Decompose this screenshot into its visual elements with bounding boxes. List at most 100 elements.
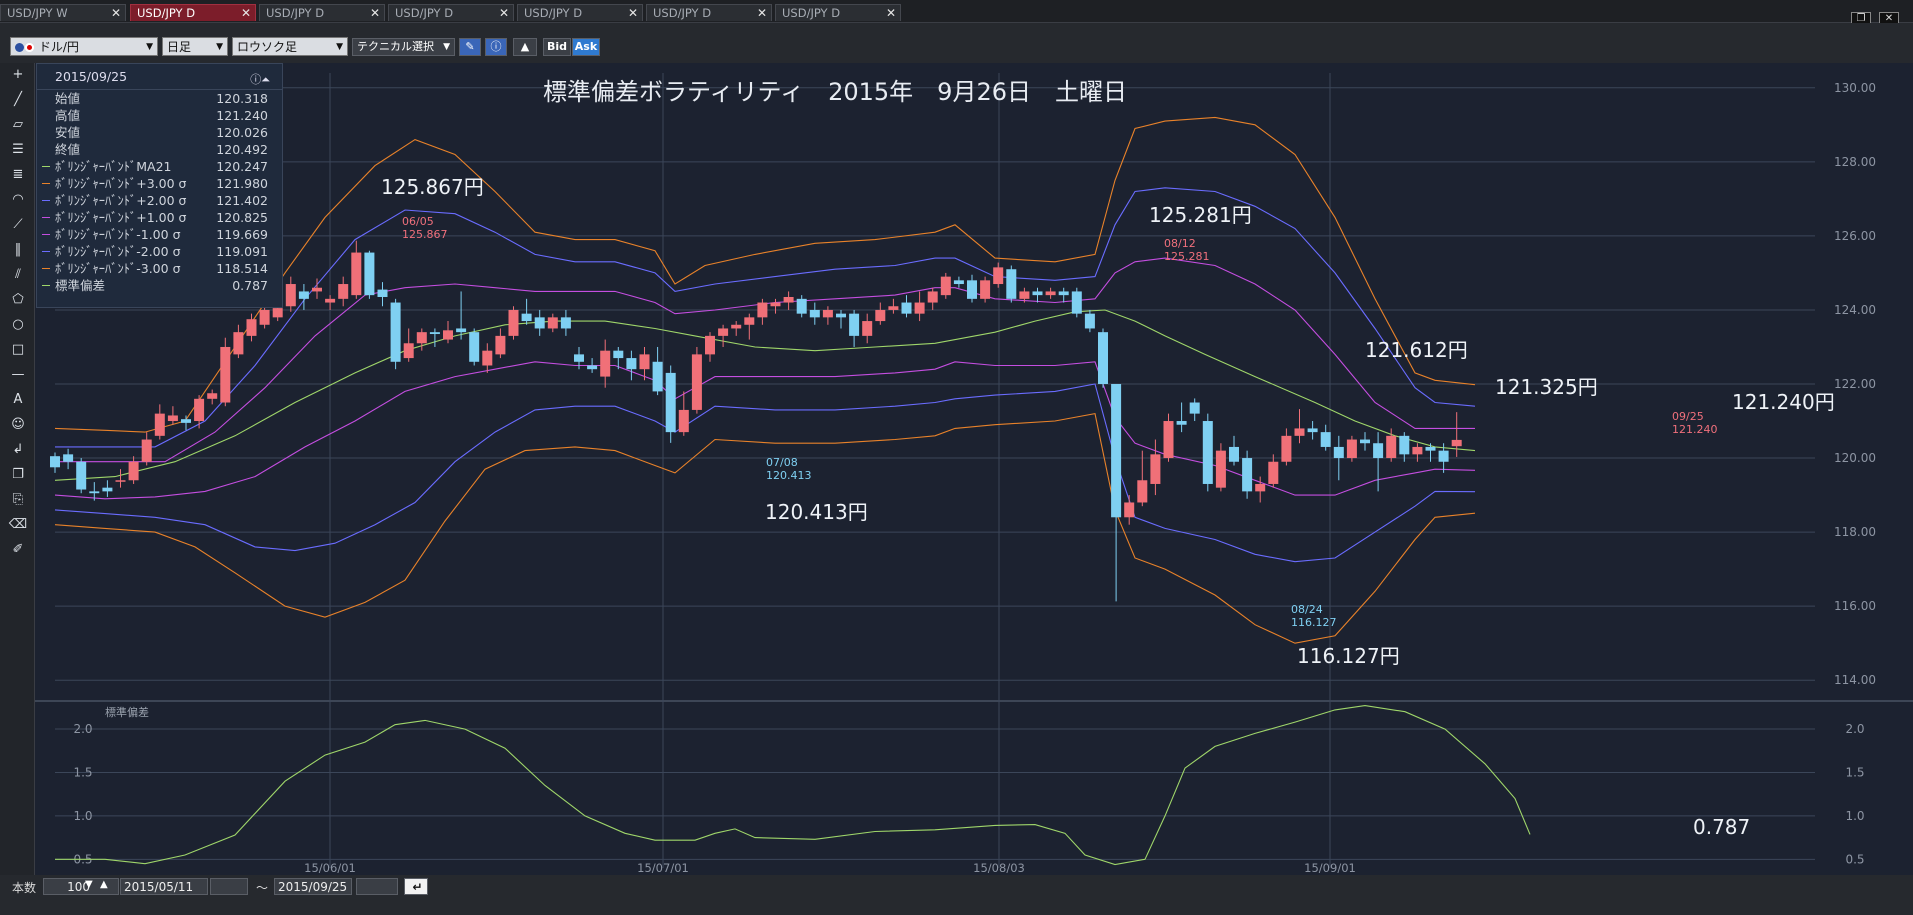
candle-body [1333,446,1344,459]
row-label: 高値 [55,108,81,123]
candle-body [63,454,74,462]
to-date-field[interactable]: 2015/09/25 [274,878,352,895]
bid-button[interactable]: Bid [543,38,571,56]
count-up-icon[interactable]: ▲ [100,879,108,890]
polygon-icon[interactable]: ⬠ [8,290,28,310]
clear-all-icon[interactable]: ✐ [8,540,28,560]
candle-body [718,328,729,336]
mountain-chart-icon: ▲ [520,40,530,53]
candle-body [246,319,257,336]
channel-icon[interactable]: ⫽ [8,265,28,285]
tab-usdjpy-d[interactable]: USD/JPY D ✕ [259,4,385,21]
marker-label: 08/24 [1291,603,1323,616]
candle-body [1150,454,1161,484]
close-icon[interactable]: ✕ [886,5,896,22]
horizontal-lines-icon[interactable]: ☰ [8,140,28,160]
candle-body [1137,480,1148,503]
chart-type-label: ロウソク足 [237,40,298,54]
tab-usdjpy-d[interactable]: USD/JPY D ✕ [775,4,901,21]
candle-body [443,330,453,340]
series-swatch [42,285,50,286]
emoji-icon[interactable]: ☺ [8,415,28,435]
candle-body [927,291,938,303]
crosshair-icon[interactable]: + [8,65,28,85]
chart-area[interactable]: 130.00 128.00 126.00 124.00 122.00 120.00 118.… [35,63,1913,875]
close-icon[interactable]: ✕ [111,5,121,22]
tab-label: USD/JPY D [782,6,841,20]
tab-usdjpy-d-active[interactable]: USD/JPY D ✕ [130,4,256,21]
us-flag-icon [15,43,24,52]
rectangle-icon[interactable]: □ [8,340,28,360]
candle-body [849,313,860,336]
candle-body [967,280,977,299]
row-value: 120.247 [216,159,268,174]
chart-type-select[interactable]: ロウソク足 ▼ [232,37,348,56]
candle-body [167,415,178,422]
paste-icon[interactable]: ⎘ [8,490,28,510]
currency-pair-select[interactable]: ドル/円 ▼ [10,37,158,56]
y-tick-label: 116.00 [1834,599,1876,613]
undo-icon[interactable]: ↲ [8,440,28,460]
close-icon[interactable]: ✕ [628,5,638,22]
tab-usdjpy-d[interactable]: USD/JPY D ✕ [517,4,643,21]
candle-body [1163,421,1174,459]
from-date-field[interactable]: 2015/05/11 [120,878,208,895]
candle-body [1294,428,1305,436]
close-icon[interactable]: ✕ [757,5,767,22]
from-time-field[interactable] [210,878,248,895]
eraser-icon[interactable]: ⌫ [8,515,28,535]
close-icon[interactable]: ✕ [370,5,380,22]
to-time-field[interactable] [356,878,398,895]
candle-body [50,456,60,468]
y-tick-label: 122.00 [1834,377,1876,391]
candle-body [285,284,296,307]
chart-canvas[interactable]: 130.00 128.00 126.00 124.00 122.00 120.00 118.… [35,63,1913,875]
count-down-icon[interactable]: ▼ [85,879,93,890]
tab-usdjpy-d[interactable]: USD/JPY D ✕ [388,4,514,21]
vertical-lines-icon[interactable]: ‖ [8,240,28,260]
series-swatch [42,183,50,184]
ask-button[interactable]: Ask [572,38,600,56]
text-icon[interactable]: A [8,390,28,410]
mountain-chart-button[interactable]: ▲ [513,38,537,56]
x-tick-label: 15/06/01 [304,861,356,875]
tab-label: USD/JPY D [395,6,454,20]
candle-body [495,335,506,355]
tab-bar: USD/JPY W ✕ USD/JPY D ✕ USD/JPY D ✕ USD/JPY… [0,0,1913,26]
tab-usdjpy-d[interactable]: USD/JPY D ✕ [646,4,772,21]
candle-body [691,354,702,410]
timeframe-select[interactable]: 日足 ▼ [162,37,228,56]
copy-icon[interactable]: ❐ [8,465,28,485]
technical-select-button[interactable]: テクニカル選択 ▼ [352,38,455,56]
candle-body [757,302,768,318]
candle-body [1346,439,1357,459]
candle-body [600,350,611,377]
tab-usdjpy-w[interactable]: USD/JPY W ✕ [0,4,126,21]
fib-fan-icon[interactable]: ⟋ [8,215,28,235]
info-collapse-icon[interactable]: ⓘ⏶ [250,67,270,92]
tab-label: USD/JPY D [137,6,196,20]
close-icon[interactable]: ✕ [241,5,251,22]
info-button[interactable]: ⓘ [485,38,507,56]
candle-body [1058,291,1069,296]
candle-body [1032,291,1043,296]
candle-body [1438,450,1449,462]
price-annotation: 0.787 [1693,815,1750,839]
circle-icon[interactable]: ○ [8,315,28,335]
fibonacci-icon[interactable]: ≣ [8,165,28,185]
range-tilde: ～ [256,881,269,895]
bollinger-minus3-line [54,412,1476,644]
pen-tool-button[interactable]: ✎ [459,38,481,56]
fib-arc-icon[interactable]: ◠ [8,190,28,210]
chevron-down-icon: ▼ [443,42,450,52]
ruler-icon[interactable]: ▱ [8,115,28,135]
trendline-icon[interactable]: ╱ [8,90,28,110]
data-window-row: 標準偏差 0.787 [37,277,282,294]
data-window-row: 始値 120.318 [37,90,282,107]
horizontal-line-icon[interactable]: — [8,365,28,385]
price-annotation: 120.413円 [765,500,868,524]
candle-body [338,284,349,299]
candle-body [1281,435,1292,462]
close-icon[interactable]: ✕ [499,5,509,22]
refresh-button[interactable]: ↵ [404,878,428,895]
